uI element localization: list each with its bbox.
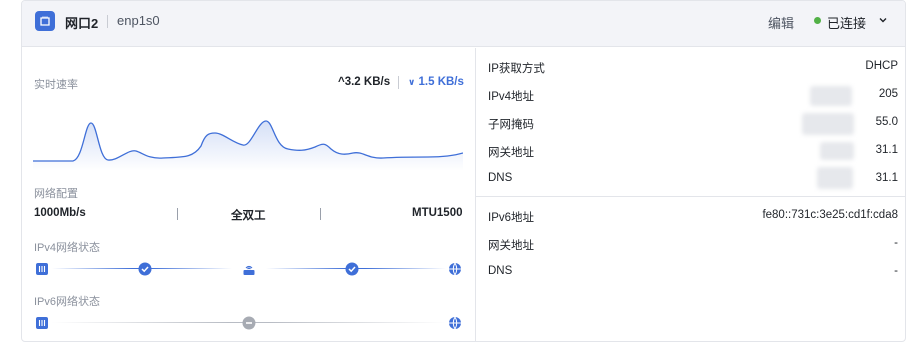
chart-area xyxy=(33,121,463,171)
ipv6-status-label: IPv6网络状态 xyxy=(34,296,101,308)
ipv6-status-chain xyxy=(22,315,475,331)
mtu-value: MTU1500 xyxy=(412,207,463,219)
minus-circle-icon xyxy=(242,316,256,330)
connection-status: 已连接 xyxy=(827,16,867,31)
download-speed: ∨ 1.5 KB/s xyxy=(408,76,464,88)
ipv4-status-label: IPv4网络状态 xyxy=(34,242,101,254)
upload-speed: ^3.2 KB/s xyxy=(338,76,391,88)
info-key: DNS xyxy=(488,265,513,277)
arrow-up-icon: ^ xyxy=(338,76,345,88)
globe-icon xyxy=(448,262,462,276)
section-divider xyxy=(476,196,905,197)
config-divider xyxy=(177,208,178,220)
arrow-down-icon: ∨ xyxy=(408,77,416,87)
info-value: - xyxy=(894,237,898,249)
status-dot-icon xyxy=(814,17,821,24)
globe-icon xyxy=(448,316,462,330)
card-header[interactable]: 网口2 enp1s0 编辑 已连接 xyxy=(22,1,905,47)
router-icon xyxy=(242,262,256,276)
info-value: 55.0 xyxy=(875,116,898,128)
ethernet-port-icon xyxy=(35,11,55,31)
info-value: 31.1 xyxy=(875,172,898,184)
port-title: 网口2 xyxy=(65,16,99,31)
edit-button[interactable]: 编辑 xyxy=(768,13,794,32)
info-row-ip-method: IP获取方式 DHCP xyxy=(488,60,898,76)
network-config-label: 网络配置 xyxy=(34,188,78,200)
ipv4-status-chain xyxy=(22,261,475,277)
config-divider xyxy=(320,208,321,220)
info-key: IP获取方式 xyxy=(488,63,545,75)
redaction-mask xyxy=(802,113,854,135)
info-key: DNS xyxy=(488,172,513,184)
speed-divider xyxy=(398,76,399,89)
redaction-mask xyxy=(810,86,852,106)
speed-chart xyxy=(33,120,463,171)
interface-name: enp1s0 xyxy=(117,13,160,28)
info-value: DHCP xyxy=(865,60,898,72)
info-value: 31.1 xyxy=(875,144,898,156)
chevron-down-icon[interactable] xyxy=(878,14,888,28)
info-row-ipv6-address: IPv6地址 fe80::731c:3e25:cd1f:cda8 xyxy=(488,209,898,225)
check-circle-icon xyxy=(138,262,152,276)
redaction-mask xyxy=(820,142,854,160)
check-circle-icon xyxy=(345,262,359,276)
info-key: 网关地址 xyxy=(488,147,534,159)
port-icon xyxy=(35,316,49,330)
info-key: IPv4地址 xyxy=(488,91,535,103)
redaction-mask xyxy=(817,167,853,189)
port-icon xyxy=(35,262,49,276)
info-row-ipv6-dns: DNS - xyxy=(488,265,898,281)
info-key: 网关地址 xyxy=(488,240,534,252)
info-value: fe80::731c:3e25:cd1f:cda8 xyxy=(762,209,898,221)
header-divider xyxy=(107,15,108,28)
network-port-card: 网口2 enp1s0 编辑 已连接 实时速率 ^3.2 KB/s ∨ 1.5 K… xyxy=(21,0,906,342)
info-key: 子网掩码 xyxy=(488,119,534,131)
info-key: IPv6地址 xyxy=(488,212,535,224)
link-speed: 1000Mb/s xyxy=(34,207,86,219)
info-value: 205 xyxy=(878,88,898,100)
panel-divider xyxy=(475,48,476,341)
realtime-speed-label: 实时速率 xyxy=(34,79,78,91)
info-row-ipv6-gateway: 网关地址 - xyxy=(488,237,898,253)
duplex-mode: 全双工 xyxy=(231,210,266,222)
info-value: - xyxy=(894,265,898,277)
